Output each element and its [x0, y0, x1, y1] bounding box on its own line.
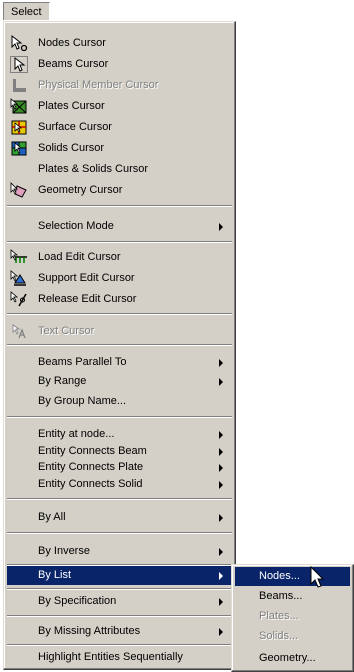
menu-separator	[7, 416, 232, 418]
menu-item-label: Solids Cursor	[38, 142, 105, 154]
menu-item-geometry-cursor[interactable]: Geometry Cursor	[7, 181, 232, 200]
solids-cursor-icon	[10, 140, 28, 157]
menu-item-label: By Inverse	[38, 545, 90, 557]
submenu-arrow-icon	[219, 548, 223, 556]
menu-item-plates-cursor[interactable]: Plates Cursor	[7, 97, 232, 116]
submenu-arrow-icon	[219, 464, 223, 472]
menu-item-by-all[interactable]: By All	[7, 508, 232, 527]
menu-separator	[7, 588, 232, 590]
menu-item-highlight-entities[interactable]: Highlight Entities Sequentially	[7, 648, 232, 667]
menu-item-by-missing-attributes[interactable]: By Missing Attributes	[7, 622, 232, 641]
submenu-item-nodes[interactable]: Nodes...	[235, 567, 350, 586]
nodes-cursor-icon	[10, 35, 28, 52]
menu-item-nodes-cursor[interactable]: Nodes Cursor	[7, 34, 232, 53]
menu-item-physical-member-cursor[interactable]: Physical Member Cursor	[7, 76, 232, 95]
menu-item-label: Highlight Entities Sequentially	[38, 651, 183, 663]
menu-item-text-cursor[interactable]: Text Cursor	[7, 322, 232, 341]
geometry-cursor-icon	[10, 182, 28, 199]
select-menu-title[interactable]: Select	[3, 2, 50, 20]
menu-item-label: Geometry Cursor	[38, 184, 123, 196]
menu-item-label: Entity Connects Solid	[38, 478, 143, 490]
menu-item-entity-connects-solid[interactable]: Entity Connects Solid	[7, 475, 232, 494]
menu-separator	[7, 532, 232, 534]
load-edit-icon	[10, 249, 28, 266]
submenu-item-solids[interactable]: Solids...	[235, 627, 350, 646]
menu-item-support-edit-cursor[interactable]: Support Edit Cursor	[7, 269, 232, 288]
menu-item-label: By Missing Attributes	[38, 625, 141, 637]
menu-item-label: Support Edit Cursor	[38, 272, 135, 284]
menu-separator	[7, 344, 232, 346]
menu-item-solids-cursor[interactable]: Solids Cursor	[7, 139, 232, 158]
menu-item-beams-cursor[interactable]: Beams Cursor	[7, 55, 232, 74]
submenu-arrow-icon	[219, 514, 223, 522]
menu-item-label: Physical Member Cursor	[38, 79, 159, 91]
menu-item-label: Entity Connects Plate	[38, 461, 144, 473]
submenu-item-label: Plates...	[259, 610, 299, 622]
menu-separator	[7, 644, 232, 646]
release-edit-icon	[10, 291, 28, 308]
menu-item-by-group-name[interactable]: By Group Name...	[7, 392, 232, 411]
menu-item-by-range[interactable]: By Range	[7, 372, 232, 391]
submenu-arrow-icon	[219, 378, 223, 386]
submenu-arrow-icon	[219, 598, 223, 606]
submenu-arrow-icon	[219, 359, 223, 367]
menu-separator	[7, 615, 232, 617]
menu-bar: Select	[0, 0, 354, 20]
beams-cursor-icon	[10, 56, 28, 73]
submenu-arrow-icon	[219, 431, 223, 439]
select-dropdown-menu: Nodes Cursor Beams Cursor Physical Membe…	[3, 21, 236, 670]
submenu-arrow-icon	[219, 572, 223, 580]
text-cursor-icon	[10, 323, 28, 340]
menu-item-by-list[interactable]: By List	[7, 566, 232, 585]
submenu-item-geometry[interactable]: Geometry...	[235, 649, 350, 668]
menu-item-label: By Group Name...	[38, 395, 127, 407]
menu-item-label: By Specification	[38, 595, 117, 607]
submenu-item-label: Solids...	[259, 630, 299, 642]
menu-item-label: Entity Connects Beam	[38, 445, 147, 457]
menu-item-label: By All	[38, 511, 66, 523]
menu-item-label: Entity at node...	[38, 428, 115, 440]
menu-item-label: By Range	[38, 375, 87, 387]
menu-separator	[7, 313, 232, 315]
menu-item-label: Selection Mode	[38, 220, 114, 232]
submenu-item-beams[interactable]: Beams...	[235, 587, 350, 606]
menu-item-label: Load Edit Cursor	[38, 251, 121, 263]
plates-cursor-icon	[10, 98, 28, 115]
menu-item-selection-mode[interactable]: Selection Mode	[7, 217, 232, 236]
menu-item-label: Plates & Solids Cursor	[38, 163, 149, 175]
submenu-arrow-icon	[219, 628, 223, 636]
menu-item-by-inverse[interactable]: By Inverse	[7, 542, 232, 561]
menu-item-label: Text Cursor	[38, 325, 95, 337]
surface-cursor-icon	[10, 119, 28, 136]
menu-item-label: Nodes Cursor	[38, 37, 106, 49]
submenu-arrow-icon	[219, 481, 223, 489]
menu-item-label: Surface Cursor	[38, 121, 112, 133]
menu-item-beams-parallel-to[interactable]: Beams Parallel To	[7, 353, 232, 372]
submenu-item-plates[interactable]: Plates...	[235, 607, 350, 626]
menu-separator	[7, 498, 232, 500]
by-list-submenu: Nodes... Beams... Plates... Solids... Ge…	[231, 564, 354, 672]
mouse-pointer-icon	[310, 565, 328, 590]
menu-item-by-specification[interactable]: By Specification	[7, 592, 232, 611]
menu-item-label: Beams Cursor	[38, 58, 109, 70]
menu-item-plates-solids-cursor[interactable]: Plates & Solids Cursor	[7, 160, 232, 179]
submenu-item-label: Beams...	[259, 590, 303, 602]
menu-item-load-edit-cursor[interactable]: Load Edit Cursor	[7, 248, 232, 267]
menu-separator	[7, 241, 232, 243]
submenu-arrow-icon	[219, 223, 223, 231]
submenu-item-label: Nodes...	[259, 570, 300, 582]
menu-separator	[7, 205, 232, 207]
submenu-item-label: Geometry...	[259, 652, 316, 664]
menu-item-label: By List	[38, 569, 72, 581]
menu-item-label: Plates Cursor	[38, 100, 105, 112]
menu-item-surface-cursor[interactable]: Surface Cursor	[7, 118, 232, 137]
support-edit-icon	[10, 270, 28, 287]
submenu-arrow-icon	[219, 448, 223, 456]
menu-item-label: Beams Parallel To	[38, 356, 127, 368]
menu-item-release-edit-cursor[interactable]: Release Edit Cursor	[7, 290, 232, 309]
physical-member-icon	[10, 77, 28, 94]
menu-item-label: Release Edit Cursor	[38, 293, 137, 305]
